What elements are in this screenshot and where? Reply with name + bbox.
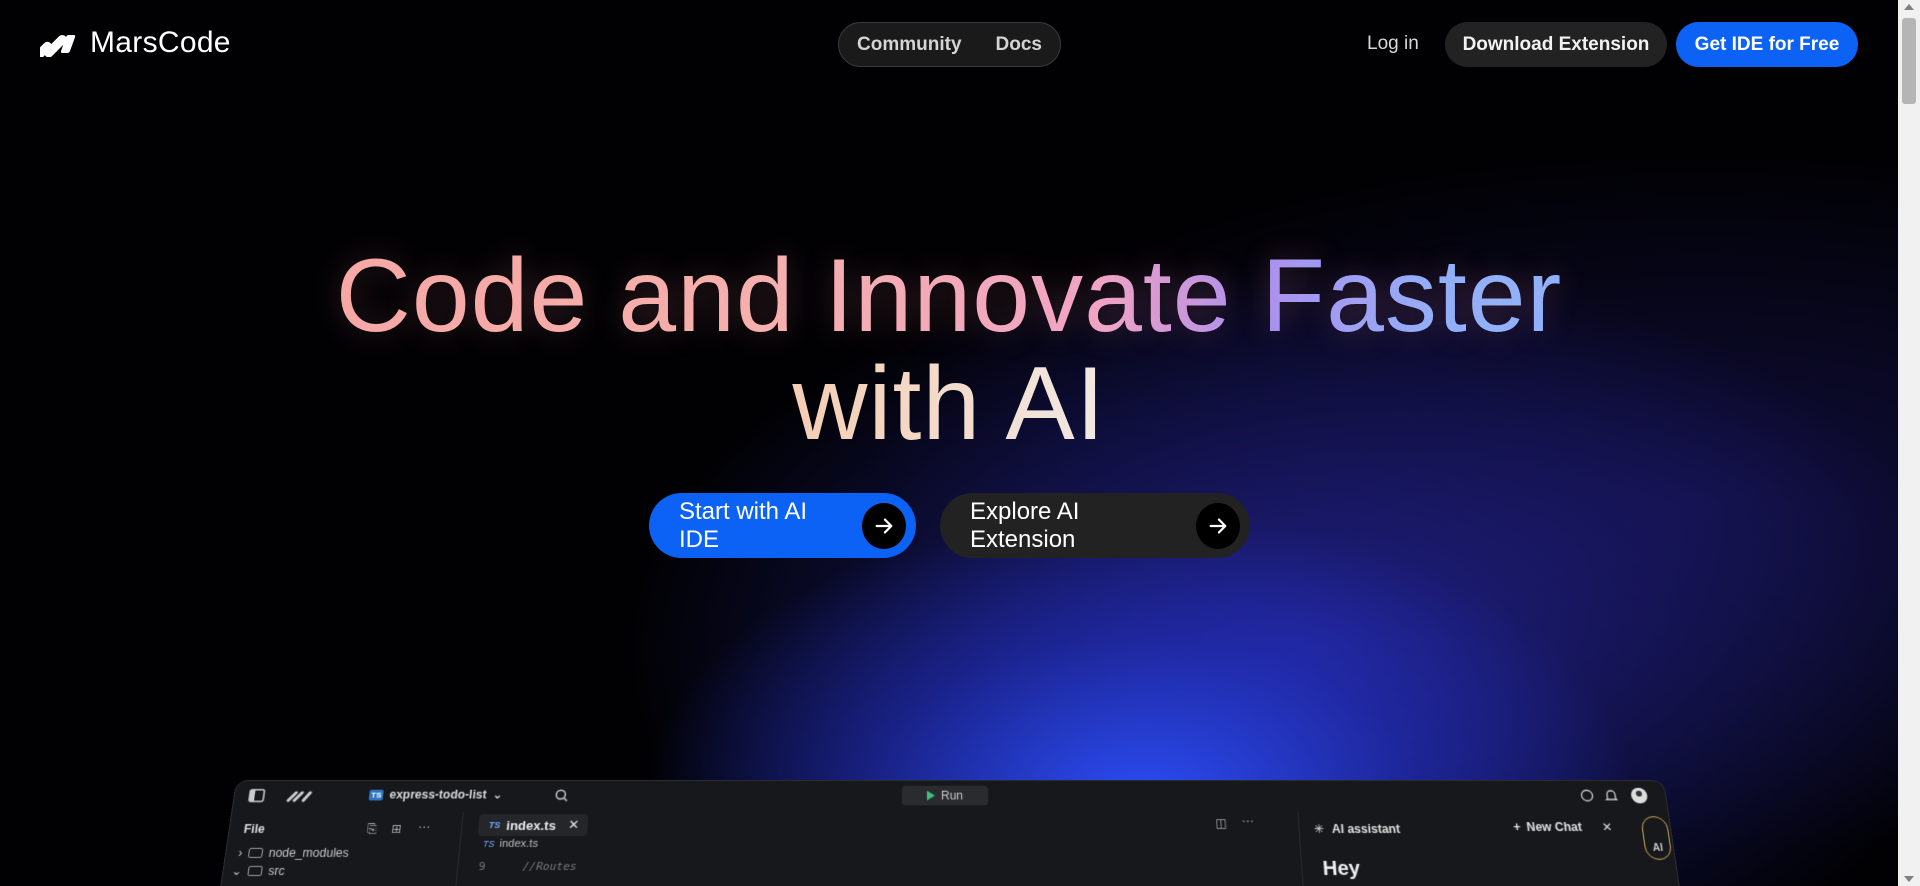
marscode-logo-icon bbox=[286, 789, 318, 803]
close-icon[interactable]: ✕ bbox=[1601, 820, 1613, 834]
start-ai-ide-button[interactable]: Start with AI IDE bbox=[649, 493, 916, 558]
folder-icon bbox=[247, 865, 264, 876]
get-ide-button[interactable]: Get IDE for Free bbox=[1676, 22, 1858, 67]
site-header: MarsCode Community Docs Log in Download … bbox=[0, 0, 1898, 88]
explore-ai-extension-label: Explore AI Extension bbox=[970, 497, 1080, 553]
bell-icon[interactable] bbox=[1602, 789, 1620, 803]
ai-message: Hey bbox=[1321, 857, 1362, 881]
ai-assistant-title: ✳ AI assistant bbox=[1313, 822, 1400, 836]
chevron-down-icon: ⌄ bbox=[230, 863, 243, 879]
chevron-right-icon: › bbox=[237, 845, 244, 860]
project-name: express-todo-list bbox=[388, 787, 488, 802]
tab-badge: TS bbox=[488, 820, 501, 830]
ide-titlebar: TS express-todo-list ⌄ Run bbox=[233, 781, 1668, 810]
close-icon[interactable]: ✕ bbox=[567, 817, 580, 833]
page-scrollbar[interactable] bbox=[1898, 0, 1920, 886]
tab-index-ts[interactable]: TS index.ts ✕ bbox=[477, 814, 589, 836]
nav-community[interactable]: Community bbox=[857, 34, 962, 56]
breadcrumb: TS index.ts bbox=[482, 838, 538, 850]
breadcrumb-badge: TS bbox=[482, 838, 496, 849]
tree-item[interactable]: › node_modules bbox=[237, 846, 349, 860]
code-editor[interactable]: 9 //Routes bbox=[478, 860, 577, 873]
run-label: Run bbox=[940, 788, 964, 803]
nav-docs[interactable]: Docs bbox=[996, 34, 1042, 56]
ide-preview: TS express-todo-list ⌄ Run File ⎘ ⊞ ⋯ › … bbox=[216, 780, 1684, 886]
project-switcher[interactable]: TS express-todo-list ⌄ bbox=[368, 787, 504, 802]
sparkle-icon: ✳ bbox=[1313, 822, 1325, 836]
brand-name: MarsCode bbox=[90, 26, 231, 59]
editor-tabs: TS index.ts ✕ ◫ ⋯ bbox=[463, 812, 1293, 836]
scroll-up-icon[interactable] bbox=[1904, 4, 1914, 10]
file-label: File bbox=[242, 822, 266, 836]
tree-item[interactable]: ⌄ src bbox=[231, 864, 286, 878]
plus-icon: + bbox=[1512, 820, 1522, 834]
hero-title-line-1: Code and Innovate Faster bbox=[0, 242, 1898, 350]
run-button[interactable]: Run bbox=[901, 785, 989, 806]
new-chat-button[interactable]: + New Chat ✕ bbox=[1513, 820, 1613, 834]
arrow-right-icon bbox=[1195, 502, 1240, 549]
download-extension-button[interactable]: Download Extension bbox=[1445, 22, 1667, 67]
hero-title: Code and Innovate Faster with AI bbox=[0, 242, 1898, 458]
new-folder-icon[interactable]: ⊞ bbox=[391, 822, 403, 836]
ai-assistant-label: AI assistant bbox=[1331, 822, 1401, 836]
file-explorer: File ⎘ ⊞ ⋯ › node_modules ⌄ src bbox=[217, 812, 464, 886]
main-nav: Community Docs bbox=[838, 22, 1061, 67]
more-icon[interactable]: ⋯ bbox=[1241, 814, 1254, 828]
new-chat-label: New Chat bbox=[1525, 820, 1583, 834]
scroll-down-icon[interactable] bbox=[1904, 876, 1914, 882]
ai-toggle-button[interactable]: AI bbox=[1640, 816, 1673, 860]
new-file-icon[interactable]: ⎘ bbox=[366, 822, 377, 837]
start-ai-ide-label: Start with AI IDE bbox=[679, 497, 808, 553]
ai-assistant-panel: ✳ AI assistant + New Chat ✕ Hey bbox=[1297, 812, 1644, 886]
marscode-logo-icon bbox=[40, 34, 76, 57]
tab-label: index.ts bbox=[505, 817, 557, 833]
page: MarsCode Community Docs Log in Download … bbox=[0, 0, 1898, 886]
tree-item-label: node_modules bbox=[267, 845, 350, 860]
hero-title-line-2: with AI bbox=[0, 350, 1898, 458]
code-line: //Routes bbox=[522, 859, 578, 873]
code-line-number: 9 bbox=[478, 859, 487, 873]
folder-icon bbox=[247, 847, 264, 858]
help-icon[interactable] bbox=[1578, 789, 1596, 803]
ai-pill-label: AI bbox=[1652, 842, 1664, 854]
explore-ai-extension-button[interactable]: Explore AI Extension bbox=[940, 493, 1250, 558]
brand-logo[interactable]: MarsCode bbox=[40, 26, 231, 60]
scroll-thumb[interactable] bbox=[1902, 18, 1916, 104]
login-link[interactable]: Log in bbox=[1367, 33, 1419, 55]
breadcrumb-file[interactable]: index.ts bbox=[499, 838, 538, 850]
play-icon bbox=[926, 790, 935, 801]
sidebar-toggle-icon bbox=[248, 789, 266, 803]
search-icon[interactable] bbox=[553, 789, 570, 803]
split-editor-icon[interactable]: ◫ bbox=[1215, 816, 1227, 830]
tree-item-label: src bbox=[267, 863, 286, 879]
hero-cta-row: Start with AI IDE Explore AI Extension bbox=[649, 493, 1250, 558]
more-icon[interactable]: ⋯ bbox=[417, 820, 431, 834]
chevron-down-icon: ⌄ bbox=[491, 787, 504, 802]
avatar[interactable] bbox=[1628, 787, 1651, 805]
arrow-right-icon bbox=[861, 502, 906, 549]
project-badge: TS bbox=[368, 789, 385, 800]
